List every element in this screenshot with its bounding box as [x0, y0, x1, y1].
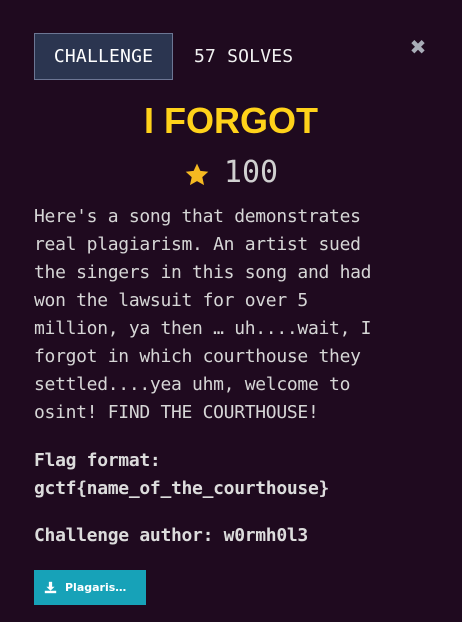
close-icon[interactable]: ✖: [409, 37, 427, 57]
challenge-points: 100: [0, 153, 462, 193]
flag-format-value: gctf{name_of_the_courthouse}: [34, 478, 330, 499]
challenge-title: I FORGOT: [144, 100, 318, 141]
download-file-button[interactable]: Plagarism.mp3: [34, 570, 146, 605]
tab-solves[interactable]: 57 SOLVES: [194, 46, 293, 67]
flag-format: Flag format: gctf{name_of_the_courthouse…: [34, 447, 329, 503]
points-value: 100: [223, 155, 279, 190]
star-icon: [185, 163, 209, 186]
download-file-label: Plagarism.mp3: [65, 581, 133, 594]
challenge-author: Challenge author: w0rmh0l3: [34, 525, 308, 546]
tab-challenge[interactable]: CHALLENGE: [34, 33, 173, 80]
challenge-description: Here's a song that demonstrates real pla…: [34, 206, 372, 423]
challenge-tab-bar: CHALLENGE 57 SOLVES: [34, 33, 293, 80]
download-icon: [44, 581, 57, 594]
flag-format-label: Flag format:: [34, 450, 161, 471]
